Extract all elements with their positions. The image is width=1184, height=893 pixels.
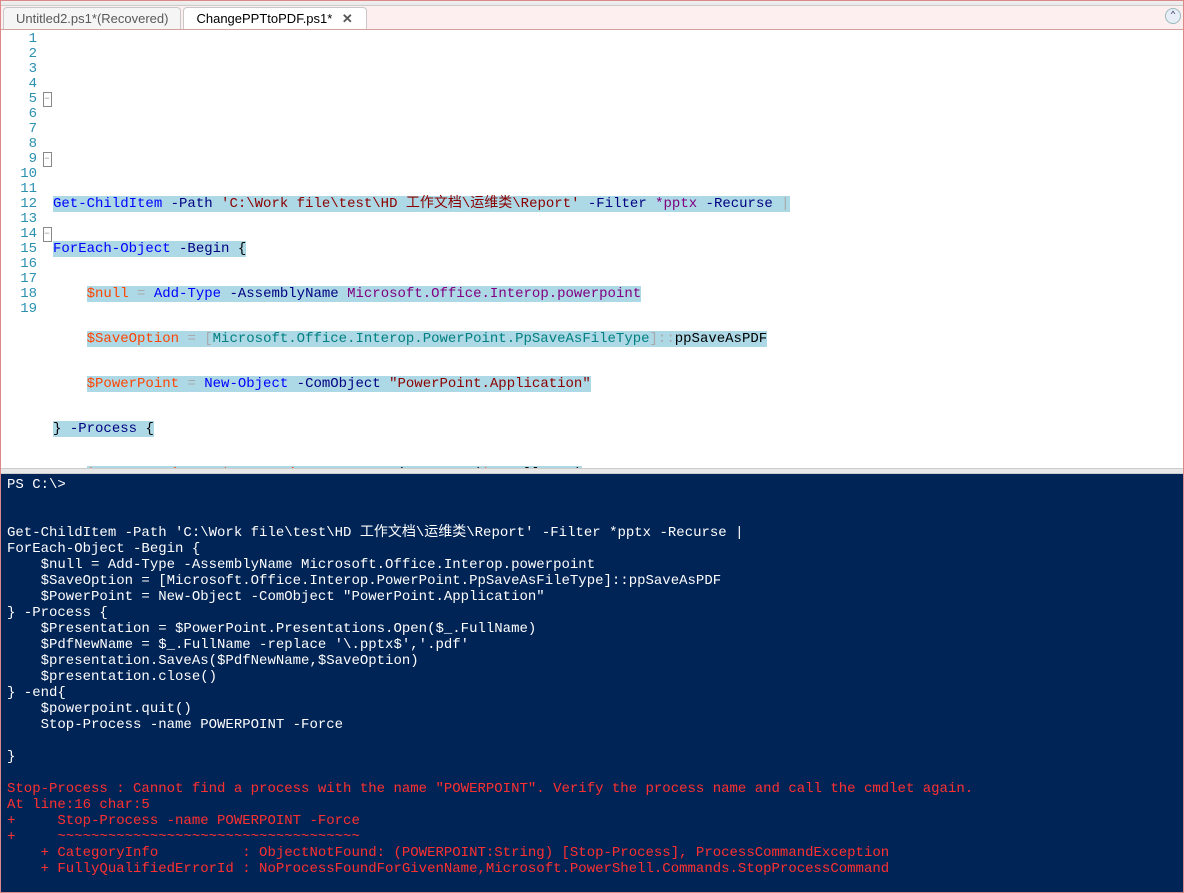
fold-column: − − − (41, 30, 53, 468)
tab-label: Untitled2.ps1*(Recovered) (16, 11, 168, 26)
close-icon[interactable]: ✕ (340, 12, 354, 26)
fold-toggle-icon[interactable]: − (43, 152, 52, 167)
console-output[interactable]: PS C:\> Get-ChildItem -Path 'C:\Work fil… (1, 474, 1183, 892)
code-editor[interactable]: 12345678910111213141516171819 − − − Get-Ch… (1, 30, 1183, 468)
tab-label: ChangePPTtoPDF.ps1* (196, 11, 332, 26)
tab-bar: Untitled2.ps1*(Recovered) ChangePPTtoPDF… (1, 6, 1183, 30)
chevron-up-icon[interactable]: ⌃ (1165, 8, 1181, 24)
tab-untitled2[interactable]: Untitled2.ps1*(Recovered) (3, 7, 181, 29)
code-content[interactable]: Get-ChildItem -Path 'C:\Work file\test\H… (53, 30, 1183, 468)
line-number-gutter: 12345678910111213141516171819 (1, 30, 41, 468)
fold-toggle-icon[interactable]: − (43, 227, 52, 242)
fold-toggle-icon[interactable]: − (43, 92, 52, 107)
tab-changeppttopdf[interactable]: ChangePPTtoPDF.ps1* ✕ (183, 7, 367, 29)
